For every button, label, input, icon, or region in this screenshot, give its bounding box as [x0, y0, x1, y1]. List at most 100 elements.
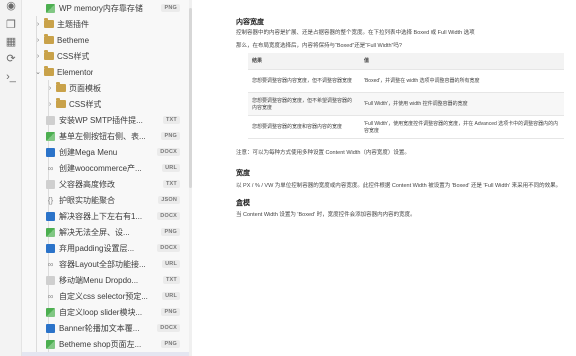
chevron-right-icon[interactable]: › — [34, 21, 42, 28]
folder-icon — [56, 98, 66, 108]
file-item[interactable]: 解决容器上下左右有1... DOCX — [22, 208, 191, 224]
link-icon: ∞ — [47, 291, 54, 301]
file-type-badge: DOCX — [157, 324, 180, 332]
file-type-badge: DOCX — [157, 212, 180, 220]
file-type-badge: TXT — [163, 180, 180, 188]
folder-item[interactable]: ⌄ Elementor — [22, 64, 191, 80]
tree-item-label: Betheme — [57, 35, 90, 45]
file-item[interactable]: 自定义loop slider模块... PNG — [22, 304, 191, 320]
word-doc-icon — [46, 243, 55, 253]
heading-content-width: 内容宽度 — [236, 19, 264, 26]
link-icon: ∞ — [47, 163, 54, 173]
file-item[interactable]: 基单左侧按钮右侧、表... PNG — [22, 128, 191, 144]
table-cell: 您想要调整容器内容宽度，但不调整容器宽度 — [248, 69, 360, 93]
tree-item-label: 自定义css selector预定... — [59, 291, 148, 301]
tree-item-label: CSS样式 — [69, 99, 102, 109]
table-cell: 您想要调整容器的宽度和容器内容的宽度 — [248, 115, 360, 139]
tree-item-label: 主题插件 — [57, 19, 89, 29]
image-file-icon — [46, 3, 55, 13]
calendar-icon[interactable]: ▦ — [5, 36, 17, 48]
image-file-icon — [46, 131, 55, 141]
file-type-badge: DOCX — [157, 148, 180, 156]
file-type-badge: PNG — [161, 132, 180, 140]
tree-item-label: Betheme shop页面左... — [59, 339, 142, 349]
file-item[interactable]: 安装WP SMTP插件提... TXT — [22, 112, 191, 128]
tree-item-label: 容器Layout全部功能接... — [59, 259, 146, 269]
chevron-right-icon[interactable]: › — [46, 85, 54, 92]
file-type-badge: JSON — [158, 196, 180, 204]
bulb-icon[interactable]: ◉ — [5, 0, 17, 12]
file-item[interactable]: Banner轮播加文本覆... DOCX — [22, 320, 191, 336]
document-view: 内容宽度 控制容器中的内容是扩展、还是占据容器的整个宽度。在下拉列表中选择 Bo… — [203, 0, 576, 356]
file-item[interactable]: 解决无法全屏、设... PNG — [22, 224, 191, 240]
tree-item-label: Banner轮播加文本覆... — [59, 323, 140, 333]
file-type-badge: TXT — [163, 116, 180, 124]
table-cell: 'Full Width'，使用宽度控件调整容器的宽度，并在 Advanced 选… — [360, 115, 564, 139]
file-item[interactable]: 弃用padding设置层... DOCX — [22, 240, 191, 256]
file-item[interactable]: 移动端Menu Dropdo... TXT — [22, 272, 191, 288]
tree-item-label: 创建Mega Menu — [59, 147, 118, 157]
tree-item-label: 安装WP SMTP插件提... — [59, 115, 143, 125]
files-icon[interactable]: ❐ — [5, 19, 17, 31]
sync-icon[interactable]: ⟳ — [5, 53, 17, 65]
folder-icon — [44, 18, 54, 28]
file-type-badge: URL — [162, 292, 180, 300]
note-paragraph: 注意：可以为每种方式使用多种设置 Content Width（内容宽度）设置。 — [236, 150, 410, 156]
tree-item-label: WP memory内存靠存储 — [59, 3, 143, 13]
file-type-badge: PNG — [161, 308, 180, 316]
table-cell: 'Full Width'，并使用 width 控件调整容器的宽度 — [360, 92, 564, 116]
file-type-badge: TXT — [163, 276, 180, 284]
file-item[interactable]: WP memory内存靠存储 PNG — [22, 0, 191, 16]
terminal-icon[interactable]: ›_ — [5, 71, 17, 83]
comparison-table: 结果 值 您想要调整容器内容宽度，但不调整容器宽度 'Boxed'，并调整在 w… — [248, 53, 564, 139]
text-file-icon — [46, 115, 55, 125]
table-row: 您想要调整容器内容宽度，但不调整容器宽度 'Boxed'，并调整在 width … — [248, 69, 564, 93]
tree-item-label: 弃用padding设置层... — [59, 243, 135, 253]
file-item[interactable]: {} 护眼实功能聚合 JSON — [22, 192, 191, 208]
folder-icon — [44, 50, 54, 60]
tree-item-label: 自定义loop slider模块... — [59, 307, 143, 317]
tree-item-label: 解决容器上下左右有1... — [59, 211, 143, 221]
paragraph: 那么，在布局宽度选择后，内容将保持与“Boxed”还是“Full Width”吗… — [236, 43, 402, 49]
folder-icon — [44, 34, 54, 44]
table-cell: 您想要调整容器的宽度，但不希望调整容器的内容宽度 — [248, 92, 360, 116]
folder-item[interactable]: › 页面模板 — [22, 80, 191, 96]
tree-item-label: 护眼实功能聚合 — [59, 195, 115, 205]
file-item[interactable]: boxed和full width的...PNG — [22, 352, 191, 356]
folder-item[interactable]: › CSS样式 — [22, 48, 191, 64]
tree-item-label: 解决无法全屏、设... — [59, 227, 130, 237]
file-item[interactable]: ∞ 容器Layout全部功能接... URL — [22, 256, 191, 272]
text-file-icon — [46, 179, 55, 189]
file-type-badge: PNG — [161, 4, 180, 12]
chevron-right-icon[interactable]: › — [46, 101, 54, 108]
sidebar-scroll-thumb[interactable] — [189, 8, 192, 188]
folder-icon — [56, 82, 66, 92]
tree-item-label: 移动端Menu Dropdo... — [59, 275, 139, 285]
image-file-icon — [46, 339, 55, 349]
folder-item[interactable]: › Betheme — [22, 32, 191, 48]
table-row: 您想要调整容器的宽度和容器内容的宽度 'Full Width'，使用宽度控件调整… — [248, 115, 564, 139]
word-doc-icon — [46, 211, 55, 221]
word-doc-icon — [46, 147, 55, 157]
tree-item-label: 父容器高度修改 — [59, 179, 115, 189]
folder-item[interactable]: › CSS样式 — [22, 96, 191, 112]
file-tree: WP memory内存靠存储 PNG › 主题插件 › Betheme › CSS样式 ⌄ Ele… — [22, 0, 192, 356]
file-item[interactable]: ∞ 自定义css selector预定... URL — [22, 288, 191, 304]
table-header: 值 — [360, 53, 564, 70]
chevron-right-icon[interactable]: › — [34, 37, 42, 44]
table-cell: 'Boxed'，并调整在 width 选项中调整容器的所有宽度 — [360, 69, 564, 93]
file-type-badge: URL — [162, 260, 180, 268]
chevron-down-icon[interactable]: ⌄ — [34, 68, 42, 76]
image-file-icon — [46, 307, 55, 317]
tree-item-label: 创建woocommerce产... — [59, 163, 142, 173]
file-item[interactable]: 创建Mega Menu DOCX — [22, 144, 191, 160]
chevron-right-icon[interactable]: › — [34, 53, 42, 60]
paragraph: 当 Content Width 设置为 'Boxed' 时，宽度控件会添加容器内… — [236, 212, 416, 218]
file-item[interactable]: ∞ 创建woocommerce产... URL — [22, 160, 191, 176]
json-file-icon: {} — [47, 195, 54, 205]
file-type-badge: URL — [162, 164, 180, 172]
file-item[interactable]: 父容器高度修改 TXT — [22, 176, 191, 192]
folder-item[interactable]: › 主题插件 — [22, 16, 191, 32]
tree-item-label: 基单左侧按钮右侧、表... — [59, 131, 146, 141]
file-item[interactable]: Betheme shop页面左... PNG — [22, 336, 191, 352]
